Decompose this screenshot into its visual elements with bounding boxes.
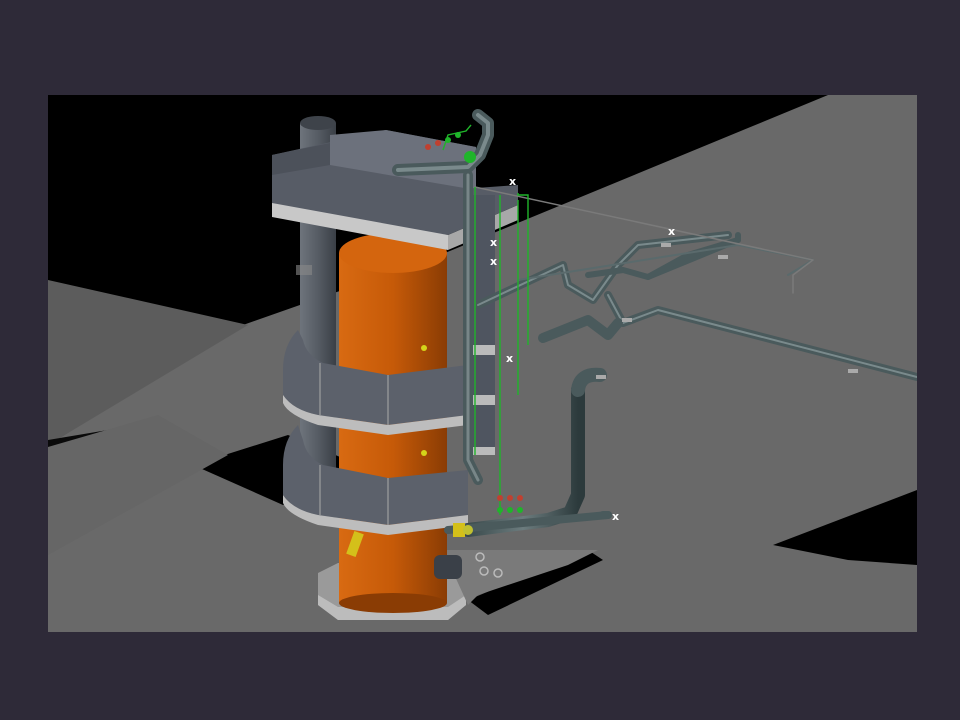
marker-x-3[interactable]: x	[490, 236, 497, 249]
ladder-frame	[473, 195, 495, 455]
marker-x-6[interactable]: x	[612, 510, 619, 523]
scene-canvas[interactable]: x x x x x x	[48, 95, 917, 632]
marker-x-2[interactable]: x	[668, 225, 675, 238]
marker-x-5[interactable]: x	[506, 352, 513, 365]
marker-x-1[interactable]: x	[509, 175, 516, 188]
3d-viewport[interactable]: x x x x x x	[48, 95, 917, 632]
marker-x-4[interactable]: x	[490, 255, 497, 268]
